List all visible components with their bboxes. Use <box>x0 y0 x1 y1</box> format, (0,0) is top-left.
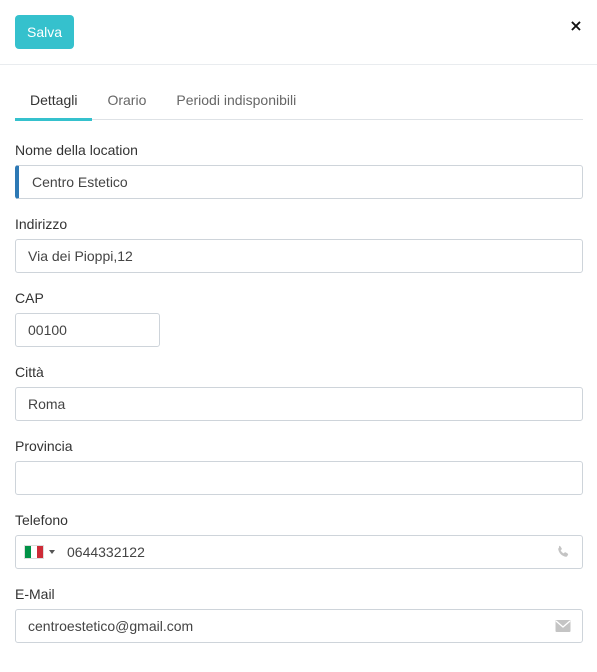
close-icon[interactable]: × <box>569 17 583 35</box>
tab-bar: Dettagli Orario Periodi indisponibili <box>15 83 583 121</box>
email-field <box>15 609 583 643</box>
phone-label: Telefono <box>15 512 68 528</box>
tab-dettagli[interactable]: Dettagli <box>15 83 93 121</box>
address-input[interactable] <box>15 239 583 273</box>
province-input[interactable] <box>15 461 583 495</box>
location-edit-modal: Salva × Dettagli Orario Periodi indispon… <box>0 0 597 672</box>
cap-label: CAP <box>15 290 44 306</box>
phone-field <box>15 535 583 569</box>
italy-flag-icon <box>24 545 44 559</box>
modal-header: Salva × <box>0 0 597 65</box>
city-label: Città <box>15 364 44 380</box>
envelope-icon <box>555 620 571 632</box>
caret-down-icon <box>49 550 55 554</box>
email-input[interactable] <box>28 610 548 642</box>
phone-icon <box>558 545 569 557</box>
save-button[interactable]: Salva <box>15 15 74 49</box>
province-label: Provincia <box>15 438 73 454</box>
city-input[interactable] <box>15 387 583 421</box>
country-selector[interactable] <box>24 545 55 559</box>
tab-periodi-indisponibili[interactable]: Periodi indisponibili <box>161 83 311 120</box>
name-input[interactable] <box>15 165 583 199</box>
cap-input[interactable] <box>15 313 160 347</box>
tab-orario[interactable]: Orario <box>92 83 161 120</box>
address-label: Indirizzo <box>15 216 68 232</box>
name-label: Nome della location <box>15 142 138 158</box>
email-label: E-Mail <box>15 586 55 602</box>
phone-input[interactable] <box>67 536 547 568</box>
